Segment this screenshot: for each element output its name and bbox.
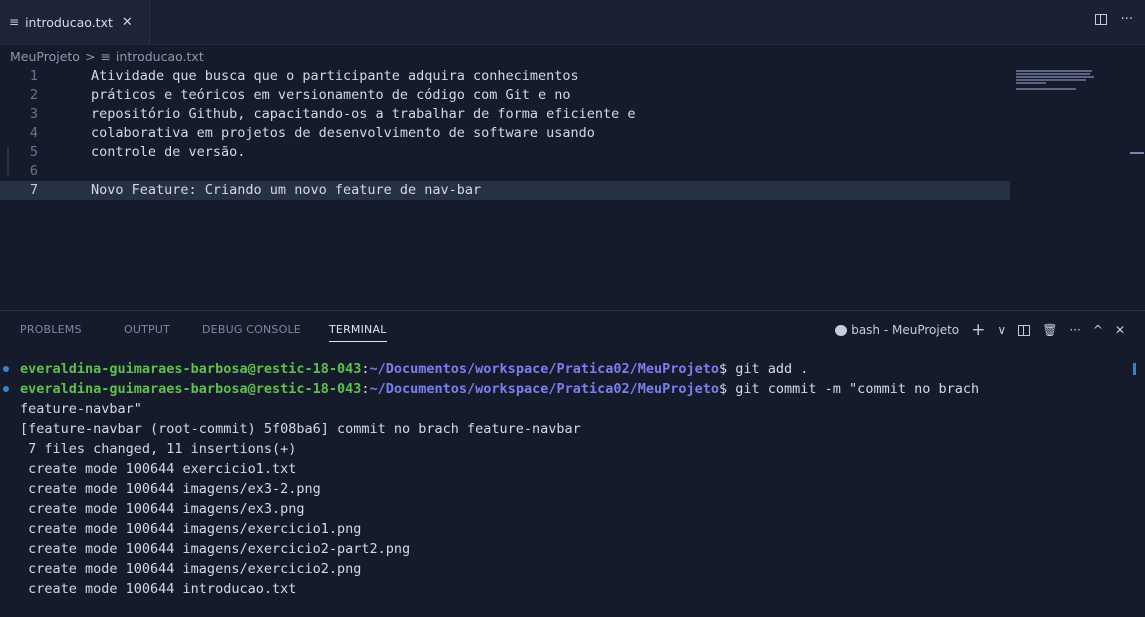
breadcrumb-file[interactable]: introducao.txt: [116, 49, 204, 64]
maximize-panel-icon[interactable]: ^: [1093, 323, 1103, 337]
tab-debug-console[interactable]: DEBUG CONSOLE: [202, 323, 301, 336]
line-number: 4: [29, 125, 38, 141]
editor-line[interactable]: 6: [0, 162, 1010, 181]
editor-scroll-marker: [1130, 152, 1144, 154]
trash-icon[interactable]: 🗑: [1042, 323, 1057, 337]
line-text[interactable]: repositório Github, capacitando-os a tra…: [91, 105, 636, 124]
terminal-line: [feature-navbar (root-commit) 5f08ba6] c…: [20, 421, 581, 437]
terminal-line: create mode 100644 imagens/exercicio2-pa…: [20, 541, 411, 557]
line-number: 3: [29, 106, 38, 122]
line-number: 2: [29, 87, 38, 103]
panel-tabs: PROBLEMS OUTPUT DEBUG CONSOLE TERMINAL b…: [0, 311, 1145, 349]
line-number: 5: [29, 144, 38, 160]
terminal-line: create mode 100644 imagens/ex3-2.png: [20, 481, 321, 497]
line-text[interactable]: práticos e teóricos em versionamento de …: [91, 86, 571, 105]
breadcrumb: MeuProjeto > ≡ introducao.txt: [10, 49, 204, 64]
command-status-dot: [3, 386, 9, 392]
chevron-right-icon: >: [84, 49, 96, 64]
editor-line[interactable]: 5 controle de versão.: [0, 143, 1010, 162]
terminal-name: bash - MeuProjeto: [851, 323, 960, 337]
split-editor-icon[interactable]: [1094, 14, 1107, 25]
terminal-line: everaldina-guimaraes-barbosa@restic-18-0…: [20, 381, 980, 397]
terminal-line: feature-navbar": [20, 401, 142, 417]
terminal-line: create mode 100644 exercicio1.txt: [20, 461, 297, 477]
tab-introducao-txt[interactable]: ≡ introducao.txt ✕: [0, 0, 150, 44]
close-panel-icon[interactable]: ✕: [1115, 323, 1125, 337]
code-editor[interactable]: 1 Atividade que busca que o participante…: [0, 67, 1145, 308]
editor-line-active[interactable]: 7 Novo Feature: Criando um novo feature …: [0, 181, 1010, 200]
bottom-panel: PROBLEMS OUTPUT DEBUG CONSOLE TERMINAL b…: [0, 310, 1145, 617]
lines-icon: ≡: [100, 49, 111, 64]
editor-line[interactable]: 2 práticos e teóricos em versionamento d…: [0, 86, 1010, 105]
chevron-down-icon[interactable]: ∨: [997, 323, 1006, 337]
lines-icon: ≡: [9, 15, 20, 29]
editor-line[interactable]: 4 colaborativa em projetos de desenvolvi…: [0, 124, 1010, 143]
minimap[interactable]: [1016, 70, 1094, 92]
tab-output[interactable]: OUTPUT: [124, 323, 170, 336]
tab-terminal[interactable]: TERMINAL: [329, 323, 387, 342]
panel-actions: bash - MeuProjeto + ∨ 🗑 ··· ^ ✕: [835, 320, 1125, 340]
editor-tab-bar: ≡ introducao.txt ✕ ···: [0, 0, 1145, 45]
line-text[interactable]: controle de versão.: [91, 143, 245, 162]
terminal-line: create mode 100644 imagens/exercicio1.pn…: [20, 521, 362, 537]
line-number: 1: [29, 68, 38, 84]
editor-line[interactable]: 1 Atividade que busca que o participante…: [0, 67, 1010, 86]
terminal-line: create mode 100644 introducao.txt: [20, 581, 297, 593]
terminal-line: everaldina-guimaraes-barbosa@restic-18-0…: [20, 361, 809, 377]
line-text[interactable]: colaborativa em projetos de desenvolvime…: [91, 124, 595, 143]
more-actions-icon[interactable]: ···: [1121, 12, 1133, 27]
close-icon[interactable]: ✕: [122, 15, 133, 30]
line-number: 6: [29, 163, 38, 179]
tab-problems[interactable]: PROBLEMS: [20, 323, 82, 336]
more-actions-icon[interactable]: ···: [1069, 323, 1080, 337]
gutter-edge: [7, 147, 9, 175]
terminal-line: create mode 100644 imagens/ex3.png: [20, 501, 305, 517]
tabbar-actions: ···: [1094, 12, 1133, 27]
editor-line[interactable]: 3 repositório Github, capacitando-os a t…: [0, 105, 1010, 124]
line-text[interactable]: Atividade que busca que o participante a…: [91, 67, 579, 86]
terminal-selector[interactable]: bash - MeuProjeto: [835, 323, 959, 337]
terminal-icon: [835, 324, 848, 336]
breadcrumb-folder[interactable]: MeuProjeto: [10, 49, 80, 64]
tab-title: introducao.txt: [25, 14, 113, 30]
line-text[interactable]: Novo Feature: Criando um novo feature de…: [91, 181, 481, 200]
command-status-dot: [3, 366, 9, 372]
line-number: 7: [29, 182, 38, 198]
terminal-scrollbar[interactable]: [1133, 363, 1136, 375]
add-terminal-icon[interactable]: +: [971, 320, 985, 340]
terminal-line: 7 files changed, 11 insertions(+): [20, 441, 297, 457]
split-terminal-icon[interactable]: [1018, 324, 1031, 336]
terminal-line: create mode 100644 imagens/exercicio2.pn…: [20, 561, 362, 577]
